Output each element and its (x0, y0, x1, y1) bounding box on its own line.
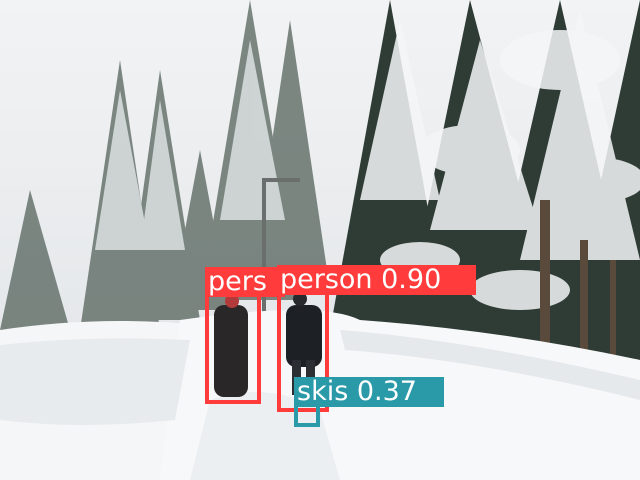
detection-label-person-2: person 0.90 (277, 265, 476, 295)
detection-box-person-1 (205, 290, 261, 404)
photo-scene: pers person 0.90 skis 0.37 (0, 0, 640, 480)
detection-label-skis: skis 0.37 (294, 377, 444, 407)
detection-label-person-1: pers (205, 267, 285, 297)
